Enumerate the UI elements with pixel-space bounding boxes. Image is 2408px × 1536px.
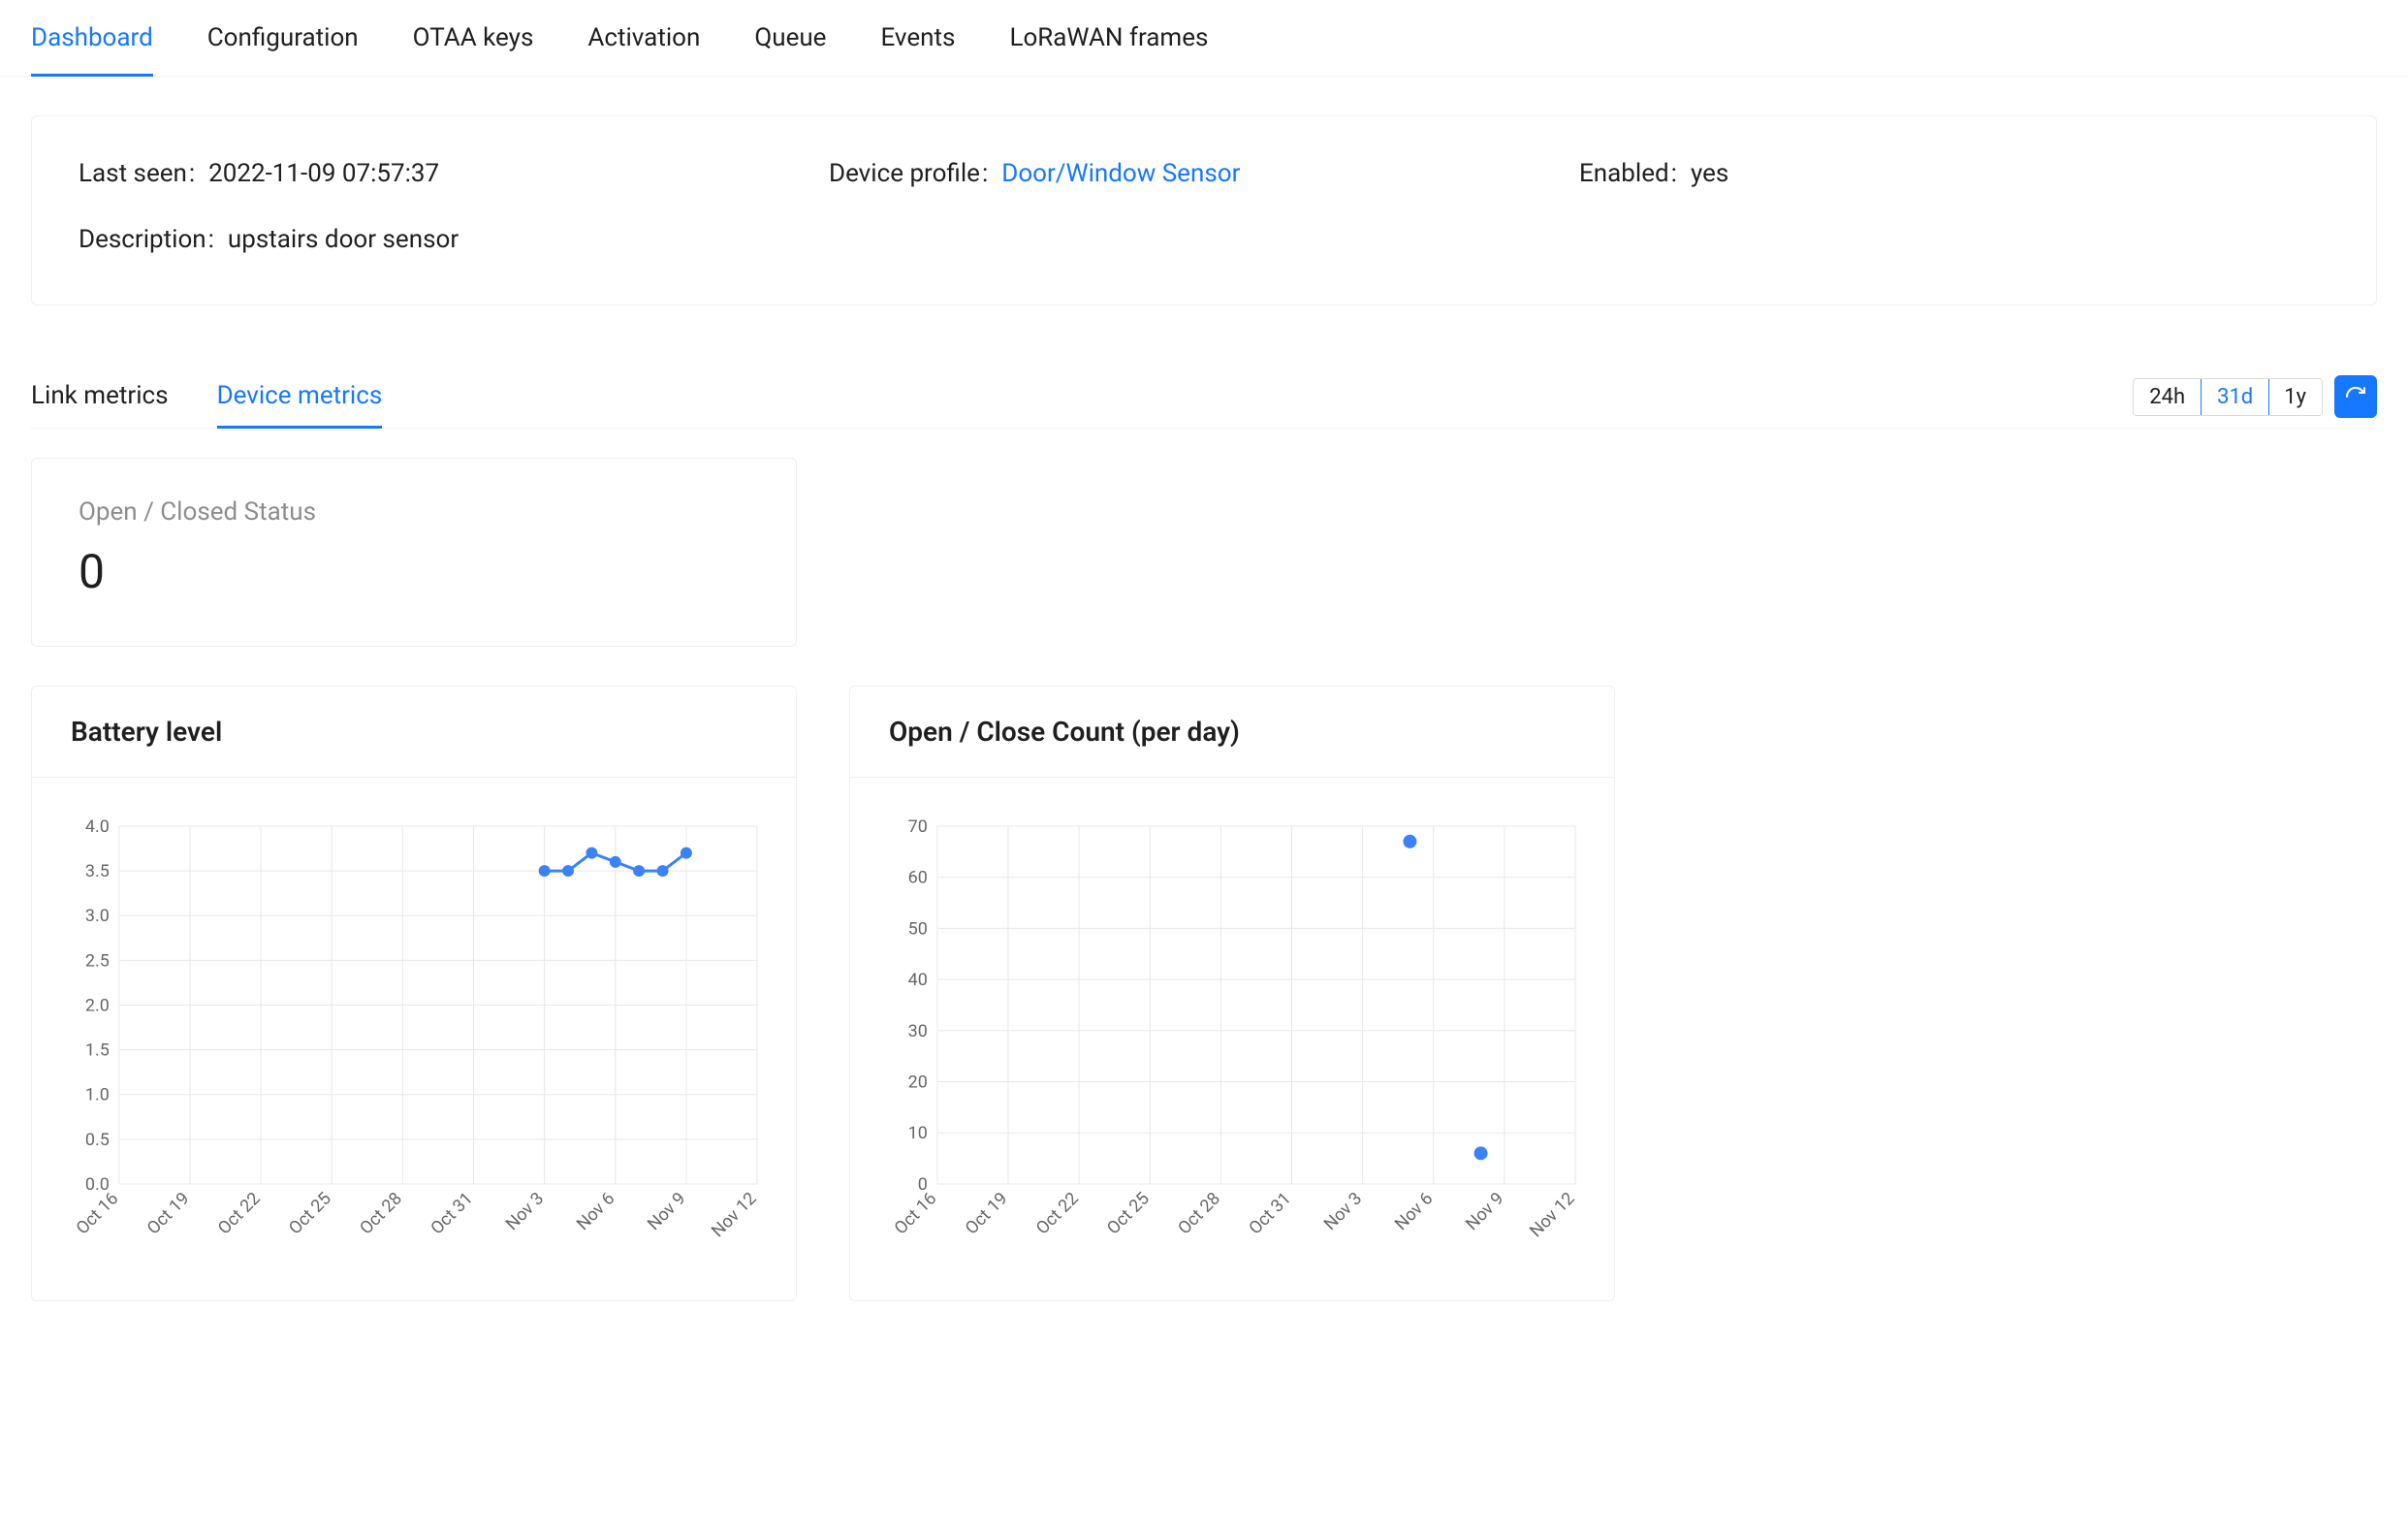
svg-text:Nov 12: Nov 12 (708, 1189, 761, 1242)
svg-text:3.0: 3.0 (85, 906, 110, 926)
svg-text:2.5: 2.5 (85, 950, 110, 971)
main-tabs: Dashboard Configuration OTAA keys Activatio… (0, 0, 2408, 77)
svg-text:1.5: 1.5 (85, 1040, 110, 1061)
svg-text:Oct 25: Oct 25 (1103, 1189, 1154, 1239)
info-label: Device profile (829, 159, 988, 188)
info-enabled: Enabled yes (1579, 159, 2329, 188)
chart-card-opencount: Open / Close Count (per day)010203040506… (849, 686, 1615, 1301)
svg-text:Oct 22: Oct 22 (214, 1189, 265, 1239)
svg-text:Oct 31: Oct 31 (1245, 1189, 1295, 1239)
chart-battery: 0.00.51.01.52.02.53.03.54.0Oct 16Oct 19O… (51, 807, 776, 1271)
metrics-controls: 24h31d1y (2133, 375, 2377, 428)
status-card-title: Open / Closed Status (79, 497, 749, 527)
info-device-profile: Device profile Door/Window Sensor (829, 159, 1579, 188)
tab-frames[interactable]: LoRaWAN frames (1009, 0, 1208, 76)
svg-text:Nov 12: Nov 12 (1526, 1189, 1579, 1242)
info-label: Description (79, 225, 214, 254)
metric-tab-link[interactable]: Link metrics (31, 364, 169, 428)
svg-text:60: 60 (908, 868, 928, 888)
svg-text:50: 50 (908, 918, 928, 939)
svg-text:30: 30 (908, 1021, 928, 1041)
svg-text:Oct 28: Oct 28 (356, 1189, 406, 1239)
charts-row: Battery level0.00.51.01.52.02.53.03.54.0… (31, 686, 2408, 1301)
svg-text:Oct 16: Oct 16 (891, 1189, 941, 1239)
tab-configuration[interactable]: Configuration (207, 0, 359, 76)
svg-text:Oct 19: Oct 19 (962, 1189, 1012, 1239)
info-label: Enabled (1579, 159, 1677, 188)
info-description: Description upstairs door sensor (79, 225, 829, 254)
svg-text:Nov 3: Nov 3 (1320, 1189, 1366, 1234)
svg-text:Nov 6: Nov 6 (1391, 1189, 1437, 1234)
svg-text:Oct 19: Oct 19 (143, 1189, 194, 1239)
svg-text:3.5: 3.5 (85, 861, 110, 881)
refresh-button[interactable] (2334, 375, 2377, 418)
range-24h[interactable]: 24h (2134, 379, 2202, 415)
svg-text:70: 70 (908, 816, 928, 837)
svg-text:Nov 9: Nov 9 (644, 1189, 689, 1234)
metric-tabs: Link metrics Device metrics (31, 364, 382, 428)
refresh-icon (2344, 385, 2367, 408)
metrics-header: Link metrics Device metrics 24h31d1y (31, 364, 2377, 429)
svg-text:2.0: 2.0 (85, 995, 110, 1015)
info-value: upstairs door sensor (228, 225, 459, 254)
tab-otaa[interactable]: OTAA keys (413, 0, 534, 76)
chart-body: 0.00.51.01.52.02.53.03.54.0Oct 16Oct 19O… (32, 778, 796, 1300)
chart-opencount: 010203040506070Oct 16Oct 19Oct 22Oct 25O… (870, 807, 1595, 1271)
svg-text:Oct 25: Oct 25 (285, 1189, 335, 1239)
info-value: 2022-11-09 07:57:37 (208, 159, 439, 188)
tab-dashboard[interactable]: Dashboard (31, 0, 153, 76)
svg-text:4.0: 4.0 (85, 816, 110, 837)
tab-events[interactable]: Events (880, 0, 955, 76)
status-card-value: 0 (79, 544, 749, 599)
svg-text:40: 40 (908, 970, 928, 990)
range-1y[interactable]: 1y (2268, 379, 2322, 415)
svg-text:10: 10 (908, 1123, 928, 1143)
chart-title: Battery level (32, 687, 796, 778)
open-closed-status-card: Open / Closed Status 0 (31, 458, 797, 647)
chart-title: Open / Close Count (per day) (850, 687, 1614, 778)
svg-text:Oct 22: Oct 22 (1032, 1189, 1083, 1239)
device-profile-link[interactable]: Door/Window Sensor (1001, 159, 1240, 188)
tab-activation[interactable]: Activation (587, 0, 700, 76)
chart-card-battery: Battery level0.00.51.01.52.02.53.03.54.0… (31, 686, 797, 1301)
svg-text:Oct 31: Oct 31 (427, 1189, 477, 1239)
svg-text:Oct 16: Oct 16 (73, 1189, 123, 1239)
svg-text:Nov 9: Nov 9 (1462, 1189, 1507, 1234)
device-info-card: Last seen 2022-11-09 07:57:37 Device pro… (31, 115, 2377, 305)
chart-body: 010203040506070Oct 16Oct 19Oct 22Oct 25O… (850, 778, 1614, 1300)
range-31d[interactable]: 31d (2201, 378, 2269, 416)
svg-text:Nov 6: Nov 6 (573, 1189, 618, 1234)
svg-text:1.0: 1.0 (85, 1085, 110, 1105)
info-last-seen: Last seen 2022-11-09 07:57:37 (79, 159, 829, 188)
metric-tab-device[interactable]: Device metrics (217, 364, 383, 428)
time-range-group: 24h31d1y (2133, 378, 2323, 416)
svg-text:Oct 28: Oct 28 (1174, 1189, 1224, 1239)
svg-text:Nov 3: Nov 3 (502, 1189, 548, 1234)
svg-text:20: 20 (908, 1072, 928, 1093)
tab-queue[interactable]: Queue (754, 0, 826, 76)
info-value: yes (1691, 159, 1728, 188)
info-label: Last seen (79, 159, 195, 188)
svg-text:0.5: 0.5 (85, 1130, 110, 1150)
